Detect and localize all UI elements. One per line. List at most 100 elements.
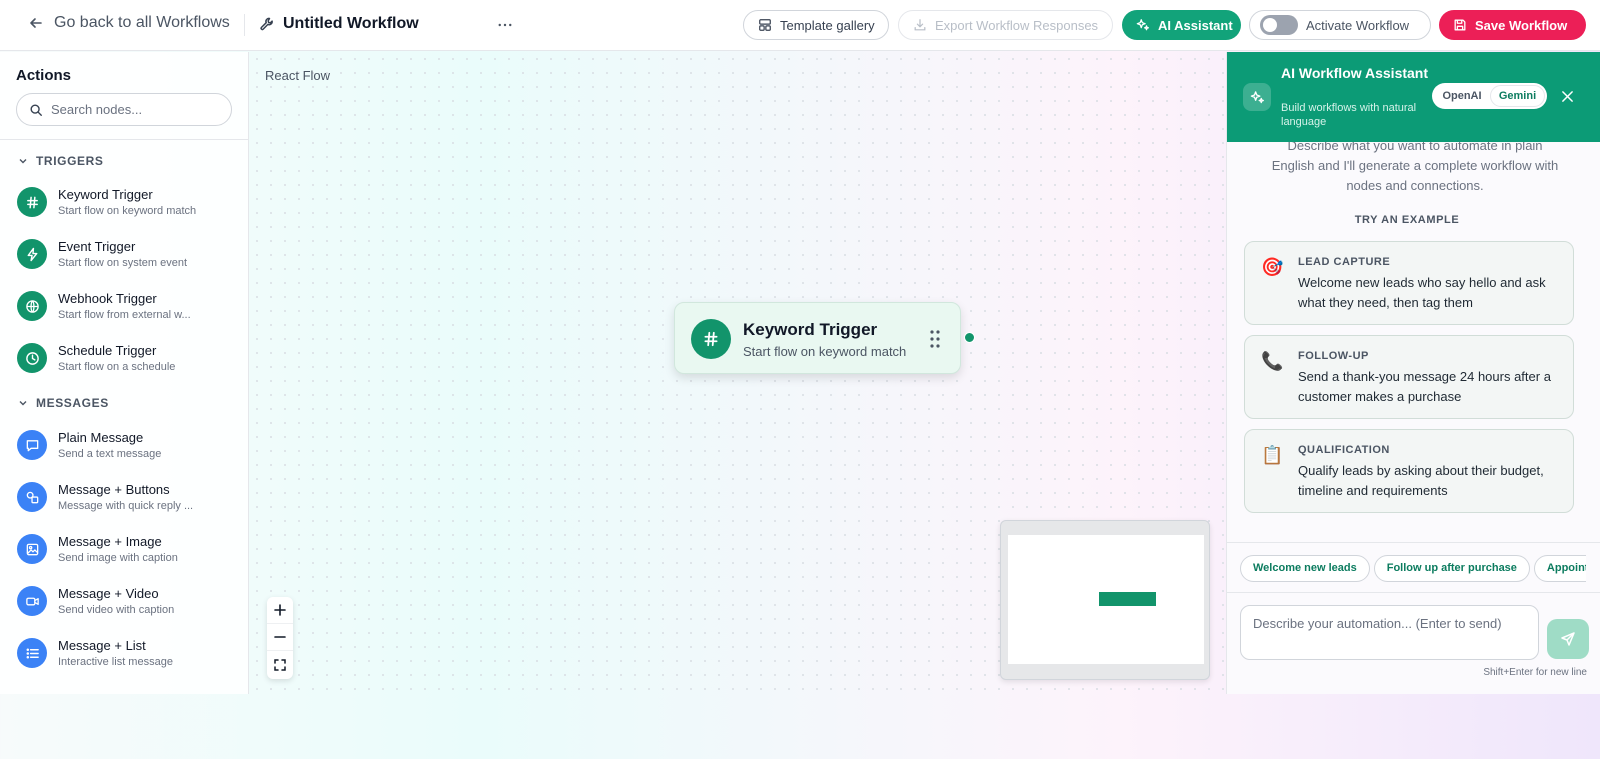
- node-desc: Send video with caption: [58, 604, 175, 616]
- search-icon: [30, 103, 42, 116]
- example-text: Qualify leads by asking about their budg…: [1298, 463, 1544, 498]
- close-icon[interactable]: [1558, 87, 1576, 105]
- sidebar-item-webhook-trigger[interactable]: Webhook Trigger Start flow from external…: [17, 284, 237, 328]
- node-name: Message + List: [58, 638, 146, 653]
- sidebar-item-message-image[interactable]: Message + Image Send image with caption: [17, 527, 237, 571]
- drag-handle-icon[interactable]: [930, 330, 940, 348]
- shapes-icon: [17, 482, 47, 512]
- section-triggers-header[interactable]: TRIGGERS: [18, 154, 103, 168]
- node-name: Message + Video: [58, 586, 159, 601]
- export-label: Export Workflow Responses: [935, 17, 1099, 33]
- node-desc: Start flow from external w...: [58, 309, 191, 321]
- section-label: TRIGGERS: [36, 154, 104, 168]
- provider-toggle: OpenAI Gemini: [1432, 83, 1547, 109]
- sidebar-item-keyword-trigger[interactable]: Keyword Trigger Start flow on keyword ma…: [17, 180, 237, 224]
- node-name: Schedule Trigger: [58, 343, 157, 358]
- header-divider: [244, 14, 245, 36]
- zoom-controls: [267, 597, 293, 679]
- sidebar-item-plain-message[interactable]: Plain Message Send a text message: [17, 423, 237, 467]
- node-desc: Message with quick reply ...: [58, 500, 194, 512]
- template-gallery-button[interactable]: Template gallery: [743, 10, 889, 40]
- ai-panel-subtitle: Build workflows with natural language: [1281, 102, 1417, 128]
- sidebar-item-message-video[interactable]: Message + Video Send video with caption: [17, 579, 237, 623]
- chevron-down-icon: [19, 401, 27, 406]
- try-example-label: TRY AN EXAMPLE: [1354, 214, 1460, 226]
- clipboard-icon: 📋: [1261, 445, 1284, 465]
- node-name: Plain Message: [58, 430, 144, 445]
- input-divider: [1227, 592, 1600, 593]
- node-output-handle[interactable]: [964, 332, 975, 343]
- suggestion-chip[interactable]: Follow up after purchase: [1373, 555, 1530, 582]
- example-category: FOLLOW-UP: [1298, 350, 1369, 362]
- top-header: Go back to all Workflows Untitled Workfl…: [0, 0, 1600, 51]
- activate-workflow-toggle[interactable]: Activate Workflow: [1249, 10, 1431, 40]
- section-messages-header[interactable]: MESSAGES: [18, 396, 109, 410]
- ai-assistant-label: AI Assistant: [1158, 17, 1233, 33]
- save-workflow-button[interactable]: Save Workflow: [1439, 10, 1586, 40]
- node-desc: Start flow on a schedule: [58, 361, 176, 373]
- example-card-follow-up[interactable]: 📞 FOLLOW-UP Send a thank-you message 24 …: [1244, 335, 1574, 419]
- node-name: Webhook Trigger: [58, 291, 157, 306]
- flow-canvas[interactable]: React Flow Keyword Trigger Start flow on…: [250, 52, 1226, 694]
- arrow-left-icon: [30, 18, 42, 28]
- download-icon: [914, 19, 926, 31]
- workflow-title[interactable]: Untitled Workflow: [259, 15, 419, 33]
- back-to-workflows-link[interactable]: Go back to all Workflows: [28, 14, 230, 32]
- example-category: LEAD CAPTURE: [1298, 256, 1391, 268]
- zoom-in-button[interactable]: [267, 597, 293, 624]
- sidebar-item-schedule-trigger[interactable]: Schedule Trigger Start flow on a schedul…: [17, 336, 237, 380]
- sidebar-item-message-buttons[interactable]: Message + Buttons Message with quick rep…: [17, 475, 237, 519]
- export-responses-button[interactable]: Export Workflow Responses: [898, 10, 1113, 40]
- provider-openai-option[interactable]: OpenAI: [1434, 85, 1490, 107]
- toggle-switch[interactable]: [1260, 15, 1298, 35]
- workflow-title-text: Untitled Workflow: [283, 15, 419, 32]
- example-card-lead-capture[interactable]: 🎯 LEAD CAPTURE Welcome new leads who say…: [1244, 241, 1574, 325]
- sparkles-icon: [1243, 83, 1271, 111]
- node-name: Message + Image: [58, 534, 162, 549]
- ai-panel-header: AI Workflow Assistant Build workflows wi…: [1227, 52, 1600, 142]
- sidebar-item-message-list[interactable]: Message + List Interactive list message: [17, 631, 237, 675]
- fit-view-button[interactable]: [267, 651, 293, 678]
- sparkles-icon: [1136, 19, 1150, 31]
- plus-icon: [274, 604, 286, 616]
- suggestion-chip[interactable]: Appointm: [1533, 555, 1586, 582]
- save-label: Save Workflow: [1475, 17, 1568, 33]
- back-label: Go back to all Workflows: [54, 14, 230, 31]
- automation-prompt-input[interactable]: [1240, 605, 1539, 660]
- react-flow-label: React Flow: [265, 68, 331, 83]
- list-icon: [17, 638, 47, 668]
- example-card-qualification[interactable]: 📋 QUALIFICATION Qualify leads by asking …: [1244, 429, 1574, 513]
- example-text: Welcome new leads who say hello and ask …: [1298, 275, 1546, 310]
- node-desc: Start flow on keyword match: [743, 344, 907, 359]
- sidebar-title: Actions: [16, 67, 72, 84]
- ai-assistant-button[interactable]: AI Assistant: [1122, 10, 1241, 40]
- chips-divider: [1227, 542, 1600, 543]
- send-button[interactable]: [1547, 619, 1589, 659]
- example-text: Send a thank-you message 24 hours after …: [1298, 369, 1551, 404]
- ai-assistant-panel: Describe what you want to automate in pl…: [1226, 52, 1600, 694]
- more-options-icon[interactable]: [495, 15, 515, 35]
- node-name: Keyword Trigger: [58, 187, 153, 202]
- suggestion-chips: Welcome new leads Follow up after purchas…: [1240, 555, 1586, 585]
- save-icon: [1454, 19, 1466, 31]
- suggestion-chip[interactable]: Welcome new leads: [1240, 555, 1370, 582]
- phone-icon: 📞: [1261, 351, 1284, 371]
- video-icon: [17, 586, 47, 616]
- hash-icon: [17, 187, 47, 217]
- node-title: Keyword Trigger: [743, 320, 878, 339]
- node-search-box[interactable]: [16, 93, 232, 126]
- ai-panel-title: AI Workflow Assistant: [1281, 65, 1429, 81]
- node-desc: Send image with caption: [58, 552, 178, 564]
- zoom-out-button[interactable]: [267, 624, 293, 651]
- keyword-trigger-node[interactable]: Keyword Trigger Start flow on keyword ma…: [674, 302, 961, 374]
- provider-gemini-option[interactable]: Gemini: [1490, 85, 1545, 107]
- sidebar-item-event-trigger[interactable]: Event Trigger Start flow on system event: [17, 232, 237, 276]
- minus-icon: [274, 636, 286, 638]
- node-desc: Start flow on keyword match: [58, 205, 197, 217]
- minimap[interactable]: [1000, 520, 1210, 680]
- search-input[interactable]: [51, 102, 221, 117]
- example-category: QUALIFICATION: [1298, 444, 1390, 456]
- chevron-down-icon: [19, 159, 27, 164]
- template-gallery-label: Template gallery: [780, 17, 875, 33]
- minimap-node: [1099, 592, 1156, 606]
